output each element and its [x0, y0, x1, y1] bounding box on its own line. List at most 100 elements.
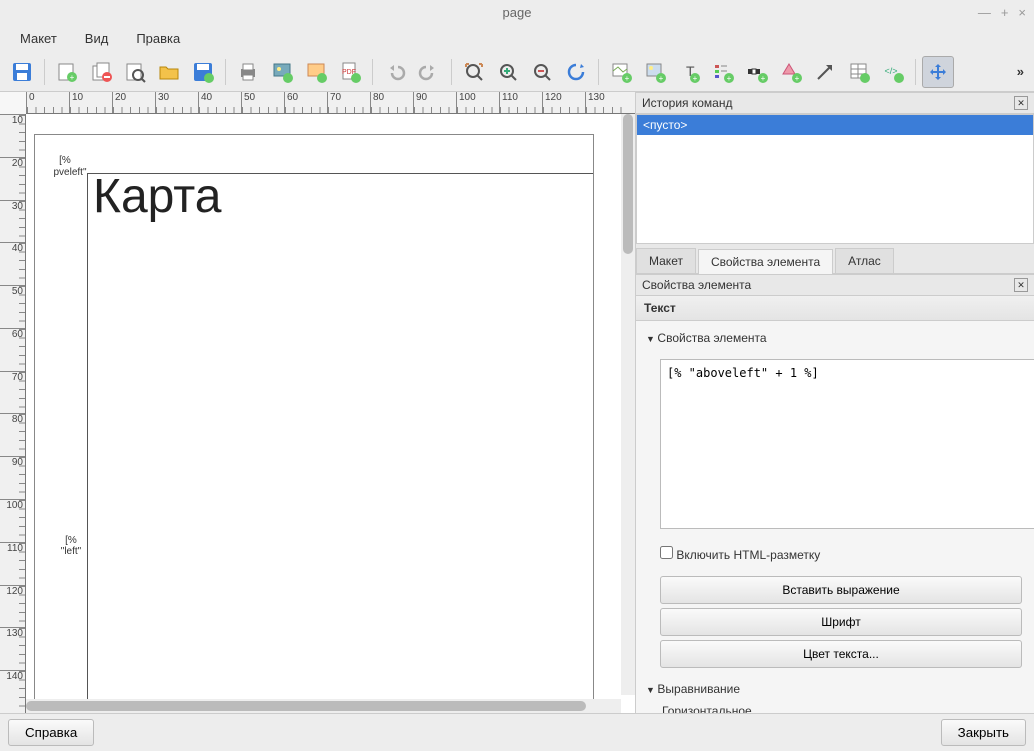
maximize-icon[interactable]: +: [1001, 5, 1009, 20]
ruler-h-tick: 100: [456, 92, 499, 113]
font-button[interactable]: Шрифт: [660, 608, 1022, 636]
svg-text:+: +: [727, 74, 732, 83]
ruler-h-tick: 120: [542, 92, 585, 113]
ruler-v-tick: 90: [0, 456, 25, 499]
menubar: Макет Вид Правка: [0, 24, 1034, 52]
close-button[interactable]: Закрыть: [941, 719, 1026, 746]
text-color-button[interactable]: Цвет текста...: [660, 640, 1022, 668]
svg-text:+: +: [625, 74, 630, 83]
save-icon[interactable]: [6, 56, 38, 88]
ruler-h-tick: 90: [413, 92, 456, 113]
ruler-h-tick: 50: [241, 92, 284, 113]
ruler-v-tick: 40: [0, 242, 25, 285]
ruler-v-tick: 100: [0, 499, 25, 542]
zoom-in-icon[interactable]: [492, 56, 524, 88]
group-alignment: Выравнивание Горизонтальное: [636, 672, 1034, 713]
ruler-v-tick: 140: [0, 670, 25, 713]
export-pdf-icon[interactable]: PDF: [334, 56, 366, 88]
ruler-v-tick: 60: [0, 328, 25, 371]
ruler-h-tick: 130: [585, 92, 628, 113]
html-markup-checkbox[interactable]: [660, 546, 673, 559]
close-icon[interactable]: ✕: [1014, 96, 1028, 110]
ruler-h-tick: 30: [155, 92, 198, 113]
ruler-h-tick: 70: [327, 92, 370, 113]
menu-view[interactable]: Вид: [73, 27, 121, 50]
main-area: 0 10 20 30 40 50 60 70 80 90 100 110 120…: [0, 92, 1034, 713]
tab-item-properties[interactable]: Свойства элемента: [698, 249, 833, 274]
canvas-viewport[interactable]: [% pveleft" Карта [%"left": [26, 114, 635, 713]
export-image-icon[interactable]: [266, 56, 298, 88]
ruler-v-tick: 20: [0, 157, 25, 200]
add-map-icon[interactable]: +: [605, 56, 637, 88]
canvas-area: 0 10 20 30 40 50 60 70 80 90 100 110 120…: [0, 92, 636, 713]
vertical-scrollbar[interactable]: [621, 114, 635, 695]
svg-text:+: +: [795, 74, 800, 83]
insert-expression-button[interactable]: Вставить выражение: [660, 576, 1022, 604]
label-text-input[interactable]: [660, 359, 1034, 529]
zoom-out-icon[interactable]: [526, 56, 558, 88]
ruler-v-tick: 120: [0, 585, 25, 628]
menu-layout[interactable]: Макет: [8, 27, 69, 50]
ruler-h-tick: 80: [370, 92, 413, 113]
svg-text:+: +: [70, 73, 75, 82]
page-label-1[interactable]: [%: [45, 155, 85, 166]
group-toggle-props[interactable]: Свойства элемента: [646, 327, 1024, 349]
layout-manager-icon[interactable]: [119, 56, 151, 88]
history-title: История команд: [642, 96, 732, 110]
export-svg-icon[interactable]: [300, 56, 332, 88]
history-item-empty[interactable]: <пусто>: [637, 115, 1033, 135]
refresh-icon[interactable]: [560, 56, 592, 88]
zoom-full-icon[interactable]: [458, 56, 490, 88]
ruler-horizontal: 0 10 20 30 40 50 60 70 80 90 100 110 120…: [26, 92, 635, 114]
ruler-v-tick: 50: [0, 285, 25, 328]
help-button[interactable]: Справка: [8, 719, 94, 746]
page-label-3[interactable]: [%"left": [53, 535, 89, 557]
group-item-properties: Свойства элемента: [636, 321, 1034, 355]
open-folder-icon[interactable]: [153, 56, 185, 88]
ruler-h-tick: 10: [69, 92, 112, 113]
ruler-h-tick: 60: [284, 92, 327, 113]
add-scalebar-icon[interactable]: +: [741, 56, 773, 88]
svg-text:+: +: [659, 74, 664, 83]
history-list[interactable]: <пусто>: [636, 114, 1034, 244]
add-label-icon[interactable]: T+: [673, 56, 705, 88]
map-title-label[interactable]: Карта: [93, 169, 221, 224]
add-legend-icon[interactable]: +: [707, 56, 739, 88]
new-layout-icon[interactable]: +: [51, 56, 83, 88]
html-checkbox-row: Включить HTML-разметку: [636, 542, 1034, 572]
horizontal-scrollbar[interactable]: [26, 699, 621, 713]
props-header: Свойства элемента ✕: [636, 274, 1034, 296]
property-tabs: Макет Свойства элемента Атлас: [636, 244, 1034, 274]
page-label-2[interactable]: pveleft": [45, 167, 95, 178]
duplicate-layout-icon[interactable]: [85, 56, 117, 88]
props-title: Свойства элемента: [642, 278, 751, 292]
minimize-icon[interactable]: —: [978, 5, 991, 20]
svg-text:+: +: [693, 74, 698, 83]
redo-icon[interactable]: [413, 56, 445, 88]
toolbar-overflow-icon[interactable]: »: [1013, 64, 1028, 79]
close-icon[interactable]: ×: [1018, 5, 1026, 20]
right-panel: История команд ✕ <пусто> Макет Свойства …: [636, 92, 1034, 713]
window-title: page: [503, 5, 532, 20]
group-toggle-align[interactable]: Выравнивание: [646, 678, 1024, 700]
add-image-icon[interactable]: +: [639, 56, 671, 88]
ruler-h-tick: 40: [198, 92, 241, 113]
add-html-icon[interactable]: </>: [877, 56, 909, 88]
move-item-icon[interactable]: [922, 56, 954, 88]
tab-layout[interactable]: Макет: [636, 248, 696, 273]
svg-text:+: +: [761, 74, 766, 83]
ruler-v-tick: 130: [0, 627, 25, 670]
ruler-v-tick: 70: [0, 371, 25, 414]
undo-icon[interactable]: [379, 56, 411, 88]
properties-panel: Свойства элемента Включить HTML-разметку…: [636, 321, 1034, 713]
save-template-icon[interactable]: [187, 56, 219, 88]
tab-atlas[interactable]: Атлас: [835, 248, 894, 273]
close-icon[interactable]: ✕: [1014, 278, 1028, 292]
menu-edit[interactable]: Правка: [124, 27, 192, 50]
print-icon[interactable]: [232, 56, 264, 88]
layout-page[interactable]: [% pveleft" Карта [%"left": [34, 134, 594, 713]
add-shape-icon[interactable]: +: [775, 56, 807, 88]
history-header: История команд ✕: [636, 92, 1034, 114]
add-table-icon[interactable]: [843, 56, 875, 88]
add-arrow-icon[interactable]: [809, 56, 841, 88]
